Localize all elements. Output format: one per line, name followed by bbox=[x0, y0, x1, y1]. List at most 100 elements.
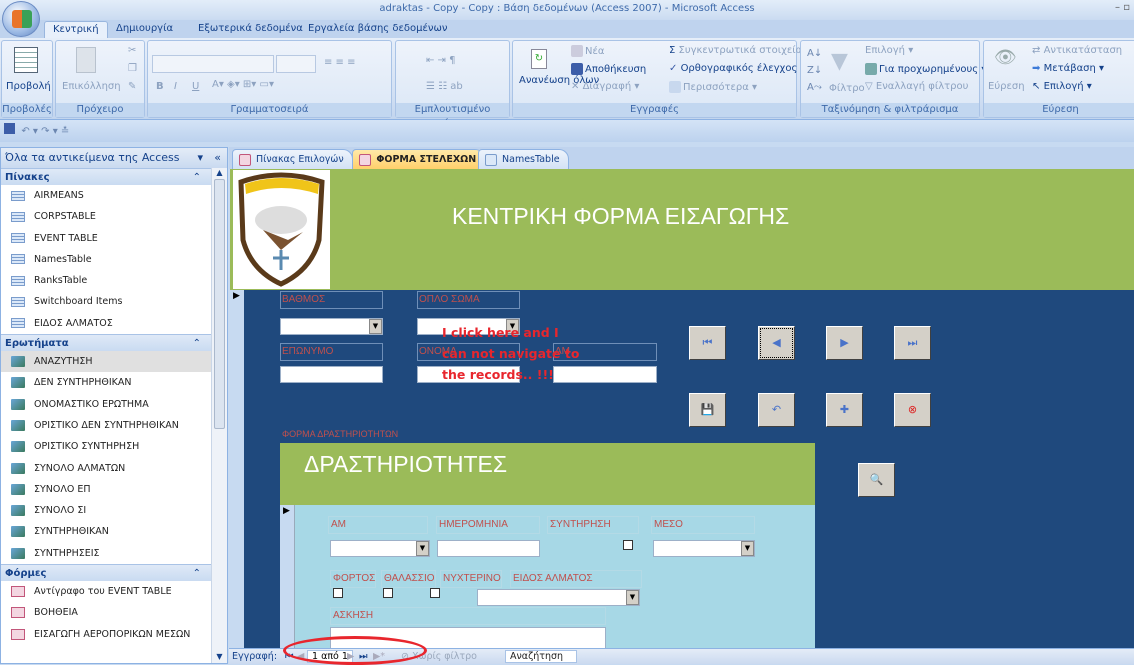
nav-item[interactable]: ΔΕΝ ΣΥΝΤΗΡΗΘΙΚΑΝ bbox=[1, 372, 211, 393]
nav-item[interactable]: ΕΙΣΑΓΩΓΗ ΑΕΡΟΠΟΡΙΚΩΝ ΜΕΣΩΝ bbox=[1, 624, 211, 645]
record-selector[interactable]: ▶ bbox=[230, 290, 244, 649]
delete-record-form-button[interactable]: ⊗ bbox=[894, 393, 931, 427]
first-record-button[interactable]: ⏮ bbox=[689, 326, 726, 360]
cut-icon[interactable]: ✂ bbox=[128, 45, 136, 56]
nav-section-header[interactable]: Ερωτήματα ⌃ bbox=[1, 334, 211, 352]
chevron-down-icon[interactable]: ▼ bbox=[741, 541, 754, 556]
nav-item[interactable]: Switchboard Items bbox=[1, 291, 211, 312]
nav-item[interactable]: ΣΥΝΟΛΟ ΑΛΜΑΤΩΝ bbox=[1, 458, 211, 479]
nav-item[interactable]: ΟΡΙΣΤΙΚΟ ΣΥΝΤΗΡΗΣΗ bbox=[1, 436, 211, 457]
filter-button[interactable]: Φίλτρο bbox=[829, 83, 865, 94]
nav-item[interactable]: ΣΥΝΟΛΟ ΕΠ bbox=[1, 479, 211, 500]
list-icons[interactable]: ☰ ☷ ab bbox=[426, 81, 463, 92]
jump-type-combo[interactable]: ▼ bbox=[477, 589, 640, 606]
nav-item[interactable]: AIRMEANS bbox=[1, 185, 211, 206]
maintenance-checkbox[interactable] bbox=[623, 540, 633, 550]
date-input[interactable] bbox=[437, 540, 540, 557]
nav-section-header[interactable]: Πίνακες ⌃ bbox=[1, 168, 211, 185]
spelling-button[interactable]: ✓ Ορθογραφικός έλεγχος bbox=[669, 63, 797, 74]
find-record-button[interactable]: 🔍 bbox=[858, 463, 895, 497]
nav-item[interactable]: ΣΥΝΤΗΡΗΘΙΚΑΝ bbox=[1, 521, 211, 542]
nav-item[interactable]: ΣΥΝΤΗΡΗΣΕΙΣ bbox=[1, 543, 211, 564]
goto-button[interactable]: ➡ Μετάβαση ▾ bbox=[1032, 63, 1104, 74]
copy-icon[interactable]: ❐ bbox=[128, 63, 137, 74]
nav-item[interactable]: EVENT TABLE bbox=[1, 228, 211, 249]
tab-external-data[interactable]: Εξωτερικά δεδομένα bbox=[190, 21, 311, 38]
replace-button[interactable]: ⇄ Αντικατάσταση bbox=[1032, 45, 1122, 56]
nav-item[interactable]: ΒΟΗΘΕΙΑ bbox=[1, 602, 211, 623]
nav-item[interactable]: ΣΥΝΟΛΟ ΣΙ bbox=[1, 500, 211, 521]
nav-item[interactable]: CORPSTABLE bbox=[1, 206, 211, 227]
collapse-section-icon[interactable]: ⌃ bbox=[193, 169, 201, 186]
subform-record-selector[interactable]: ▶ bbox=[280, 505, 295, 649]
undo-record-button[interactable]: ↶ bbox=[758, 393, 795, 427]
chevron-down-icon[interactable]: ▼ bbox=[416, 541, 429, 556]
scroll-thumb[interactable] bbox=[214, 179, 225, 429]
find-button[interactable]: Εύρεση bbox=[988, 81, 1025, 92]
collapse-pane-icon[interactable]: « bbox=[214, 148, 221, 168]
tab-home[interactable]: Κεντρική bbox=[44, 21, 108, 38]
tab-database-tools[interactable]: Εργαλεία βάσης δεδομένων bbox=[300, 21, 455, 38]
rank-combo[interactable]: ▼ bbox=[280, 318, 383, 335]
nav-item[interactable]: RanksTable bbox=[1, 270, 211, 291]
nav-scrollbar[interactable]: ▲ ▼ bbox=[211, 168, 227, 663]
dropdown-icon[interactable]: ▾ bbox=[197, 148, 203, 168]
delete-record-button[interactable]: ✕ Διαγραφή ▾ bbox=[571, 81, 639, 92]
scroll-up-icon[interactable]: ▲ bbox=[212, 168, 227, 177]
sub-am-combo[interactable]: ▼ bbox=[330, 540, 430, 557]
window-controls[interactable]: – ▫ bbox=[1115, 2, 1130, 13]
toggle-filter-button[interactable]: ▽ Εναλλαγή φίλτρου bbox=[865, 81, 968, 92]
advanced-filter-button[interactable]: Για προχωρημένους ▾ bbox=[865, 63, 986, 75]
redo-icon[interactable]: ↷ ▾ bbox=[41, 126, 58, 137]
chevron-down-icon[interactable]: ▼ bbox=[626, 590, 639, 605]
tab-switchboard[interactable]: Πίνακας Επιλογών bbox=[232, 149, 353, 169]
sort-icons[interactable]: A↓ Z↓ A⤳ bbox=[807, 45, 822, 96]
undo-icon[interactable]: ↶ ▾ bbox=[18, 126, 38, 137]
scroll-down-icon[interactable]: ▼ bbox=[212, 652, 227, 661]
collapse-section-icon[interactable]: ⌃ bbox=[193, 565, 201, 582]
next-record-button[interactable]: ▶ bbox=[826, 326, 863, 360]
new-record-button[interactable]: Νέα bbox=[571, 45, 604, 57]
align-buttons[interactable]: ≡ ≡ ≡ bbox=[324, 57, 356, 68]
sea-checkbox[interactable] bbox=[383, 588, 393, 598]
collapse-section-icon[interactable]: ⌃ bbox=[193, 335, 201, 352]
font-color-icon[interactable]: A▾ ◈▾ ⊞▾ ▭▾ bbox=[212, 79, 274, 90]
nav-header[interactable]: Όλα τα αντικείμενα της Access ▾ « bbox=[1, 148, 227, 168]
indent-icons[interactable]: ⇤ ⇥ ¶ bbox=[426, 55, 455, 66]
view-button[interactable]: Προβολή bbox=[6, 81, 51, 92]
nav-item[interactable]: ΑΝΑΖΥΤΗΣΗ bbox=[1, 351, 211, 373]
office-button[interactable] bbox=[2, 1, 40, 37]
tab-names-table[interactable]: NamesTable bbox=[478, 149, 569, 169]
last-record-button[interactable]: ⏭ bbox=[894, 326, 931, 360]
selection-filter-button[interactable]: Επιλογή ▾ bbox=[865, 45, 913, 56]
italic-button[interactable]: I bbox=[174, 81, 177, 92]
format-painter-icon[interactable]: ✎ bbox=[128, 81, 136, 92]
new-record-form-button[interactable]: ✚ bbox=[826, 393, 863, 427]
load-checkbox[interactable] bbox=[333, 588, 343, 598]
previous-record-button[interactable]: ◀ bbox=[758, 326, 795, 360]
nav-item[interactable]: ΟΡΙΣΤΙΚΟ ΔΕΝ ΣΥΝΤΗΡΗΘΙΚΑΝ bbox=[1, 415, 211, 436]
nav-item[interactable]: NamesTable bbox=[1, 249, 211, 270]
night-checkbox[interactable] bbox=[430, 588, 440, 598]
font-name-select[interactable] bbox=[152, 55, 274, 73]
customize-icon[interactable]: ≛ bbox=[61, 126, 69, 137]
font-size-select[interactable] bbox=[276, 55, 316, 73]
search-input[interactable]: Αναζήτηση bbox=[505, 650, 577, 663]
totals-button[interactable]: Σ Συγκεντρωτικά στοιχεία bbox=[669, 45, 802, 56]
save-icon[interactable] bbox=[4, 123, 15, 134]
bold-button[interactable]: B bbox=[156, 81, 164, 92]
nav-section-header[interactable]: Φόρμες ⌃ bbox=[1, 564, 211, 582]
nav-item[interactable]: ΕΙΔΟΣ ΑΛΜΑΤΟΣ bbox=[1, 313, 211, 334]
chevron-down-icon[interactable]: ▼ bbox=[369, 319, 382, 334]
tab-staff-form[interactable]: ΦΟΡΜΑ ΣΤΕΛΕΧΩΝ bbox=[352, 149, 486, 169]
surname-input[interactable] bbox=[280, 366, 383, 383]
nav-item[interactable]: ΟΝΟΜΑΣΤΙΚΟ ΕΡΩΤΗΜΑ bbox=[1, 394, 211, 415]
nav-item[interactable]: Αντίγραφο του EVENT TABLE bbox=[1, 581, 211, 602]
save-record-form-button[interactable]: 💾 bbox=[689, 393, 726, 427]
select-button[interactable]: ↖ Επιλογή ▾ bbox=[1032, 81, 1092, 92]
underline-button[interactable]: U bbox=[192, 81, 199, 92]
save-record-button[interactable]: Αποθήκευση bbox=[571, 63, 646, 75]
means-combo[interactable]: ▼ bbox=[653, 540, 755, 557]
paste-button[interactable]: Επικόλληση bbox=[62, 81, 121, 92]
more-button[interactable]: Περισσότερα ▾ bbox=[669, 81, 757, 93]
